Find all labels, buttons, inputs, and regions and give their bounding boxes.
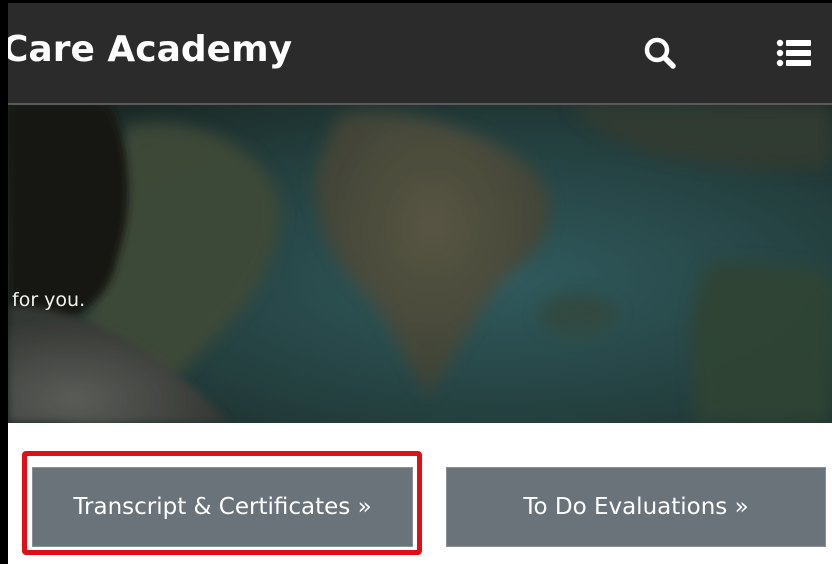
hero-background-image: [8, 105, 832, 423]
hero-banner: for you.: [8, 105, 832, 423]
menu-button[interactable]: [772, 31, 816, 75]
search-button[interactable]: [638, 31, 682, 75]
highlight-box: [22, 451, 422, 555]
todo-evaluations-button[interactable]: To Do Evaluations »: [446, 467, 826, 547]
site-title[interactable]: Care Academy: [8, 29, 292, 70]
list-menu-icon: [776, 39, 811, 67]
quick-actions: Transcript & Certificates » To Do Evalua…: [8, 423, 832, 564]
hero-tagline: for you.: [12, 289, 86, 311]
top-navigation-bar: Care Academy: [8, 3, 832, 105]
app-frame: Care Academy for you. Transcript & Certi…: [0, 0, 832, 564]
search-icon: [644, 37, 676, 69]
